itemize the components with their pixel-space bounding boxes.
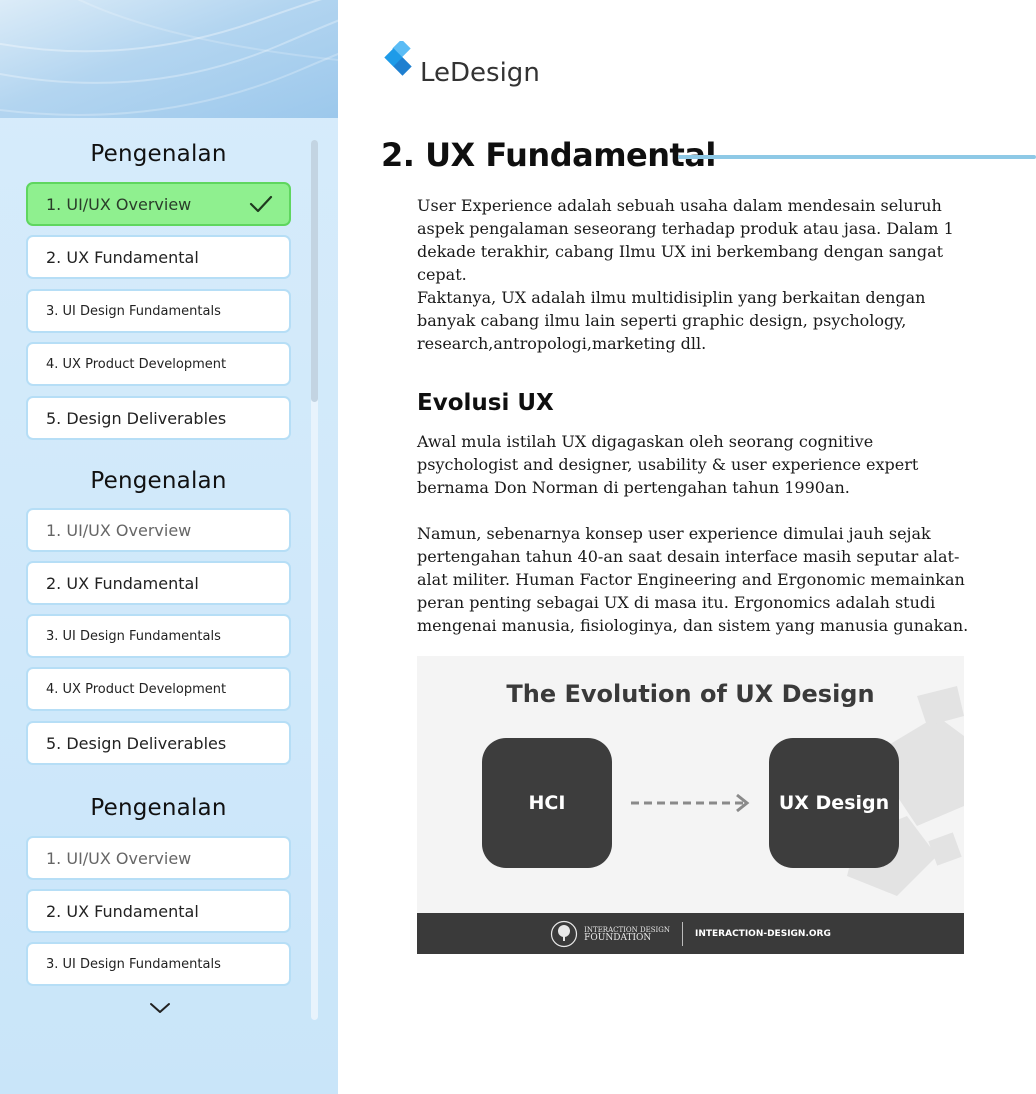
evolution-paragraph: Namun, sebenarnya konsep user experience… — [417, 524, 969, 635]
intro-paragraph: Faktanya, UX adalah ilmu multidisiplin y… — [417, 288, 926, 353]
nav-item-label: 3. UI Design Fundamentals — [46, 956, 221, 972]
footer-divider — [682, 921, 684, 946]
idf-name: INTERACTION DESIGN FOUNDATION — [584, 926, 670, 943]
nav-item-ui-design-fundamentals[interactable]: 3. UI Design Fundamentals — [26, 942, 291, 986]
section-title: Pengenalan — [90, 141, 227, 167]
sidebar-header-decoration — [0, 0, 338, 118]
ux-design-box: UX Design — [769, 738, 899, 868]
nav-item-design-deliverables[interactable]: 5. Design Deliverables — [26, 396, 291, 440]
figure-title: The Evolution of UX Design — [506, 680, 875, 708]
dashed-arrow-icon — [631, 793, 750, 813]
nav-item-ui-design-fundamentals[interactable]: 3. UI Design Fundamentals — [26, 614, 291, 658]
sidebar: Pengenalan 1. UI/UX Overview 2. UX Funda… — [0, 0, 338, 1094]
nav-item-label: 3. UI Design Fundamentals — [46, 628, 221, 644]
nav-item-ux-fundamental[interactable]: 2. UX Fundamental — [26, 889, 291, 933]
sidebar-scrollbar[interactable] — [311, 140, 318, 1020]
intro-paragraph: User Experience adalah sebuah usaha dala… — [417, 196, 954, 284]
nav-item-label: 2. UX Fundamental — [46, 901, 199, 921]
hci-box: HCI — [482, 738, 612, 868]
hci-label: HCI — [528, 792, 566, 814]
nav-item-label: 5. Design Deliverables — [46, 733, 227, 753]
nav-item-ui-ux-overview[interactable]: 1. UI/UX Overview — [26, 836, 291, 880]
ux-design-label: UX Design — [778, 792, 890, 814]
check-icon — [249, 195, 273, 213]
chevron-down-icon[interactable] — [148, 1000, 172, 1016]
evolution-paragraph: Awal mula istilah UX digagaskan oleh seo… — [417, 432, 919, 497]
diamond-logo-icon — [384, 41, 412, 76]
nav-item-label: 3. UI Design Fundamentals — [46, 303, 221, 319]
nav-item-label: 4. UX Product Development — [46, 681, 227, 697]
nav-item-label: 2. UX Fundamental — [46, 573, 199, 593]
evolution-figure: The Evolution of UX Design HCI UX Design… — [417, 656, 964, 954]
nav-item-ux-fundamental[interactable]: 2. UX Fundamental — [26, 561, 291, 605]
scrollbar-thumb[interactable] — [311, 140, 318, 402]
nav-item-label: 1. UI/UX Overview — [46, 194, 192, 214]
idf-url: INTERACTION-DESIGN.ORG — [695, 928, 831, 939]
nav-item-design-deliverables[interactable]: 5. Design Deliverables — [26, 721, 291, 765]
page-title: 2. UX Fundamental — [381, 136, 716, 174]
nav-item-ui-ux-overview[interactable]: 1. UI/UX Overview — [26, 508, 291, 552]
nav-item-ui-ux-overview[interactable]: 1. UI/UX Overview — [26, 182, 291, 226]
section-title: Pengenalan — [90, 795, 227, 821]
tree-seal-icon — [551, 920, 578, 947]
nav-item-label: 1. UI/UX Overview — [46, 520, 192, 540]
brand-name: LeDesign — [420, 58, 540, 88]
nav-item-label: 1. UI/UX Overview — [46, 848, 192, 868]
nav-item-label: 5. Design Deliverables — [46, 408, 227, 428]
nav-item-ui-design-fundamentals[interactable]: 3. UI Design Fundamentals — [26, 289, 291, 333]
nav-item-label: 4. UX Product Development — [46, 356, 227, 372]
section-heading: Evolusi UX — [417, 390, 554, 416]
brand-logo[interactable]: LeDesign — [384, 36, 540, 88]
nav-item-ux-product-development[interactable]: 4. UX Product Development — [26, 342, 291, 386]
idf-name-line2: FOUNDATION — [584, 932, 652, 943]
nav-item-ux-fundamental[interactable]: 2. UX Fundamental — [26, 235, 291, 279]
title-divider — [678, 155, 1036, 159]
nav-item-ux-product-development[interactable]: 4. UX Product Development — [26, 667, 291, 711]
figure-footer: INTERACTION DESIGN FOUNDATION INTERACTIO… — [417, 913, 964, 954]
nav-item-label: 2. UX Fundamental — [46, 247, 199, 267]
section-title: Pengenalan — [90, 468, 227, 494]
